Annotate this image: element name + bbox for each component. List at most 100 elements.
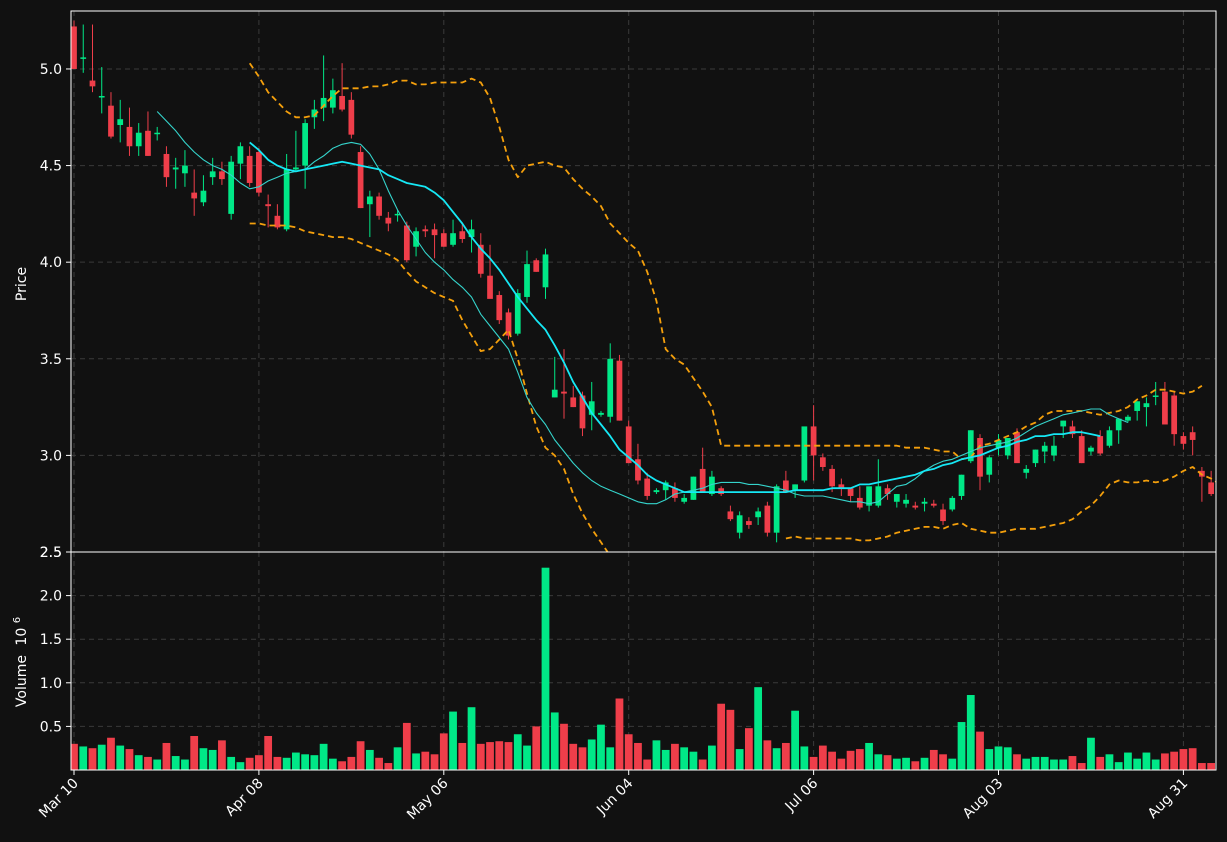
volume-bar [79, 746, 88, 770]
volume-bar [1105, 754, 1114, 770]
candle-body [182, 165, 188, 174]
volume-axis-title-base: 10 [14, 628, 30, 646]
candle-body [746, 521, 752, 525]
volume-axis-title-power: 6 [12, 617, 23, 623]
volume-bar [708, 745, 716, 770]
volume-bar [800, 746, 809, 770]
candle-body [1125, 416, 1131, 421]
candle-body [376, 196, 382, 216]
volume-tick-label: 1.0 [40, 676, 62, 692]
candle-body [819, 457, 826, 467]
candle-body [1106, 430, 1113, 446]
candle-body [533, 260, 540, 272]
candle-body [366, 196, 373, 205]
volume-bar [458, 742, 467, 770]
volume-bar [449, 711, 457, 770]
volume-bar [680, 747, 689, 770]
candle-body [801, 426, 808, 481]
candle-body [561, 391, 567, 394]
volume-bar [781, 742, 790, 770]
volume-bar [513, 734, 522, 770]
candle-body [755, 511, 761, 518]
volume-bar [809, 756, 818, 770]
price-tick-label: 4.5 [40, 159, 62, 175]
candle-body [450, 233, 456, 245]
candle-body [949, 497, 956, 510]
candle-body [1208, 482, 1215, 495]
candle-body [653, 490, 660, 493]
candle-body [163, 153, 170, 178]
volume-bar [1096, 756, 1105, 770]
volume-bar [1161, 753, 1169, 770]
volume-bar [439, 733, 448, 770]
volume-bar [1013, 754, 1021, 770]
candle-body [422, 229, 429, 232]
candle-body [551, 389, 558, 398]
volume-bar [745, 728, 753, 770]
volume-axis-title: Volume 10 6 [12, 617, 30, 707]
volume-bar [1142, 752, 1151, 770]
price-axis-title: Price [14, 267, 30, 301]
price-tick-label: 5.0 [40, 62, 62, 78]
candle-body [145, 130, 151, 156]
volume-bar [421, 751, 430, 770]
candle-body [764, 505, 771, 533]
candle-body [903, 499, 909, 504]
volume-bar [976, 731, 984, 770]
volume-bar [430, 754, 439, 770]
candle-body [727, 511, 734, 520]
volume-bar [199, 748, 208, 770]
volume-bar [273, 756, 282, 770]
volume-bar [985, 749, 994, 770]
volume-bar [763, 740, 772, 770]
volume-bar [1077, 763, 1086, 770]
volume-bar [347, 756, 356, 770]
volume-bar [772, 748, 781, 770]
candle-body [1152, 395, 1159, 397]
volume-bar [966, 695, 975, 770]
candle-body [607, 358, 614, 417]
volume-bar [384, 763, 393, 770]
volume-bar [319, 743, 328, 770]
volume-bar [855, 749, 864, 770]
volume-bar [476, 743, 485, 770]
volume-bar [301, 754, 310, 770]
volume-bar [365, 749, 374, 770]
volume-bar [190, 735, 199, 770]
volume-bar [1207, 763, 1216, 770]
volume-bar [88, 748, 97, 770]
candle-body [237, 146, 244, 164]
candle-body [228, 161, 235, 214]
candle-body [154, 132, 161, 135]
candle-body [1162, 391, 1168, 425]
volume-bar [97, 744, 106, 770]
candle-body [246, 155, 253, 183]
volume-bar [948, 758, 957, 770]
volume-bar [671, 743, 679, 770]
candle-body [1051, 445, 1057, 456]
volume-bar [1050, 759, 1058, 770]
candle-body [986, 457, 993, 475]
volume-bar [1124, 752, 1132, 770]
volume-bar [532, 726, 541, 770]
volume-bar [1188, 748, 1197, 770]
volume-bar [1022, 758, 1031, 770]
candle-body [487, 275, 493, 299]
price-tick-label: 4.0 [40, 255, 62, 271]
volume-bar [282, 757, 291, 770]
volume-bar [1068, 756, 1077, 770]
volume-bar [550, 712, 559, 770]
candle-body [847, 488, 854, 496]
volume-bar [717, 703, 726, 770]
volume-bar [892, 758, 901, 770]
volume-bar [236, 762, 245, 770]
volume-bar [661, 749, 670, 770]
candle-body [1180, 436, 1187, 444]
volume-bar [107, 737, 115, 770]
candle-body [690, 476, 697, 500]
volume-bar [356, 741, 365, 770]
volume-bar [144, 756, 152, 770]
volume-bar [291, 752, 300, 770]
candle-body [940, 509, 946, 522]
candle-body [108, 105, 114, 137]
